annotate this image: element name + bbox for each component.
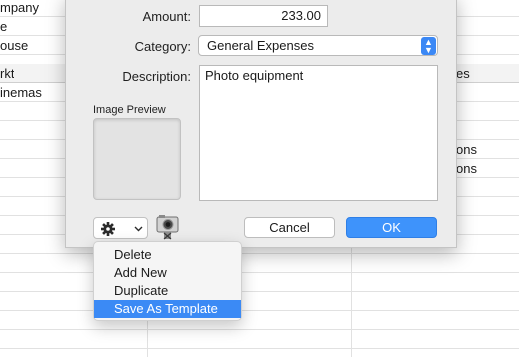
table-row[interactable]	[0, 311, 519, 330]
column-header[interactable]: es	[456, 64, 470, 83]
image-preview-well[interactable]	[93, 118, 181, 200]
action-popup-menu: Delete Add New Duplicate Save As Templat…	[93, 241, 242, 321]
menu-item-save-as-template[interactable]: Save As Template	[94, 300, 241, 318]
table-row[interactable]	[0, 254, 519, 273]
amount-field[interactable]: 233.00	[199, 5, 328, 27]
description-label: Description:	[122, 69, 191, 84]
table-row[interactable]	[0, 273, 519, 292]
table-row[interactable]	[0, 292, 519, 311]
gear-icon	[101, 222, 143, 236]
menu-item-delete[interactable]: Delete	[94, 246, 241, 264]
table-cell: ons	[456, 142, 477, 157]
menu-item-add-new[interactable]: Add New	[94, 264, 241, 282]
table-row[interactable]	[0, 330, 519, 349]
chevron-down-icon	[134, 226, 143, 232]
menu-item-duplicate[interactable]: Duplicate	[94, 282, 241, 300]
image-preview-label: Image Preview	[93, 104, 166, 116]
table-cell: mpany	[0, 0, 40, 15]
category-value: General Expenses	[207, 38, 314, 53]
expense-dialog: Amount: 233.00 Category: General Expense…	[65, 0, 457, 248]
camera-icon	[156, 215, 179, 240]
description-textarea[interactable]: Photo equipment	[199, 65, 438, 201]
ok-button[interactable]: OK	[346, 217, 437, 238]
chevron-updown-icon: ▲ ▼	[421, 37, 436, 55]
cancel-button[interactable]: Cancel	[244, 217, 335, 238]
column-header[interactable]: rkt	[0, 64, 14, 83]
camera-button[interactable]	[155, 214, 180, 240]
table-cell: ons	[456, 161, 477, 176]
table-cell: e	[0, 19, 8, 34]
category-select[interactable]: General Expenses ▲ ▼	[198, 35, 438, 56]
action-menu-button[interactable]	[93, 217, 148, 239]
amount-label: Amount:	[142, 9, 191, 24]
table-cell: inemas	[0, 85, 42, 100]
table-cell: ouse	[0, 38, 29, 53]
category-label: Category:	[134, 39, 191, 54]
